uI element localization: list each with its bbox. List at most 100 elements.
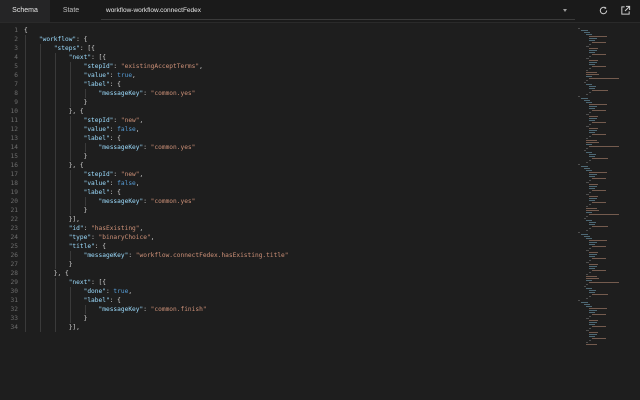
minimap-line [580,166,588,167]
line-number: 29 [10,279,18,286]
minimap-line [586,70,589,71]
minimap-line [589,228,592,229]
minimap-line [589,104,607,105]
line-number: 9 [14,99,18,106]
minimap-line [592,294,608,295]
code-editor[interactable]: 1{2 "workflow": {3 "steps": [{4 "next": … [0,26,640,400]
minimap-line [589,334,598,335]
code-text: "label": { [83,297,121,304]
code-line: 5 "stepId": "existingAcceptTerms", [0,62,586,71]
line-number: 22 [10,216,18,223]
minimap-line [586,94,589,95]
minimap-line [589,78,620,79]
minimap-line [589,192,592,193]
refresh-icon[interactable] [598,5,609,16]
minimap-line [589,48,598,49]
code-line: 15 } [0,152,586,161]
minimap-line [583,150,586,151]
minimap-line [586,140,598,141]
code-line: 25 "title": { [0,242,586,251]
code-text: "id": "hasExisting", [68,225,144,232]
minimap-line [589,62,598,63]
code-line: 20 "messageKey": "common.yes" [0,197,586,206]
line-number: 2 [14,36,18,43]
code-line: 33 } [0,314,586,323]
minimap-line [586,306,592,307]
minimap-line [586,298,589,299]
minimap-line [592,314,607,315]
minimap-line [589,244,595,245]
code-text: "type": "binaryChoice", [68,234,155,241]
minimap-line [589,120,595,121]
minimap-line [586,210,600,211]
code-text: } [24,315,88,322]
minimap-line [589,308,607,309]
minimap-line [589,200,595,201]
line-number: 11 [10,117,18,124]
minimap-line [589,146,620,147]
code-text: }, { [24,108,84,115]
code-text: }, { [24,270,69,277]
code-line: 4 "next": [{ [0,53,586,62]
code-text: "stepId": "new", [83,171,144,178]
code-text: "label": { [83,81,121,88]
minimap-line [586,216,589,217]
code-line: 2 "workflow": { [0,35,586,44]
code-text: "stepId": "new", [83,117,144,124]
code-line: 19 "label": { [0,188,586,197]
minimap-line [589,154,597,155]
code-line: 24 "type": "binaryChoice", [0,233,586,242]
code-text: } [24,207,88,214]
minimap-line [578,232,580,233]
minimap-line [586,220,592,221]
code-text: }, { [24,162,84,169]
code-text: "steps": [{ [53,45,95,52]
code-line: 30 "done": true, [0,287,586,296]
tab-state[interactable]: State [50,0,92,22]
minimap-line [589,68,592,69]
code-text: "messageKey": "workflow.connectFedex.has… [83,252,289,259]
minimap-line [589,186,598,187]
minimap-line [589,322,598,323]
minimap-line [589,310,597,311]
minimap-line [592,326,607,327]
workflow-select-value: workflow-workflow.connectFedex [106,7,202,14]
minimap-line [589,222,597,223]
open-external-icon[interactable] [620,5,631,16]
minimap-line [589,176,595,177]
minimap-line [589,128,598,129]
code-area[interactable]: 1{2 "workflow": {3 "steps": [{4 "next": … [0,26,586,346]
minimap[interactable] [578,28,634,348]
minimap-line [586,102,592,103]
minimap-line [586,284,589,285]
minimap-line [578,164,580,165]
minimap-line [589,188,595,189]
code-line: 34 }], [0,323,586,332]
minimap-line [592,270,607,271]
minimap-line [586,46,589,47]
minimap-line [589,198,598,199]
minimap-line [583,236,590,237]
minimap-line [589,340,592,341]
minimap-line [589,130,598,131]
line-number: 20 [10,198,18,205]
minimap-line [592,202,607,203]
minimap-line [592,66,607,67]
line-number: 33 [10,315,18,322]
code-line: 26 "messageKey": "workflow.connectFedex.… [0,251,586,260]
minimap-line [589,108,595,109]
minimap-line [586,262,589,263]
code-line: 18 "value": false, [0,179,586,188]
minimap-line [586,208,598,209]
code-text: } [24,153,88,160]
line-number: 32 [10,306,18,313]
code-text: "value": true, [83,72,136,79]
code-text: "messageKey": "common.yes" [98,90,196,97]
minimap-line [592,190,607,191]
minimap-line [583,286,586,287]
minimap-line [592,90,608,91]
minimap-line [586,84,592,85]
tab-schema[interactable]: Schema [0,0,50,22]
code-text: "title": { [68,243,106,250]
workflow-select[interactable]: workflow-workflow.connectFedex [101,3,575,20]
